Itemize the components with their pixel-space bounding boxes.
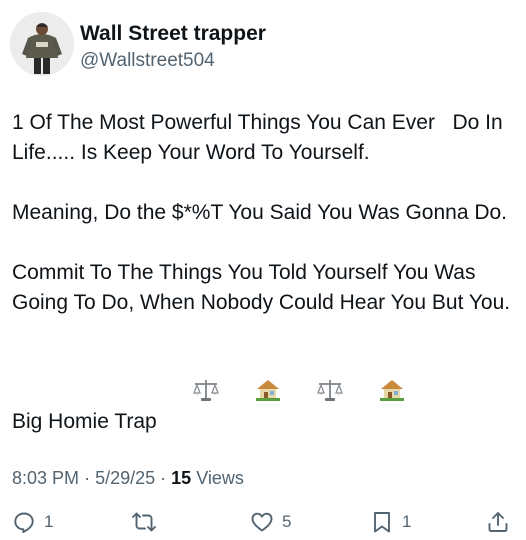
like-button[interactable]: 5 [250,506,291,538]
tweet-date[interactable]: 5/29/25 [95,468,155,488]
tweet-time[interactable]: 8:03 PM [12,468,79,488]
tweet-paragraph-last: Big Homie Trap [12,348,517,441]
house-with-garden-icon [220,348,281,441]
views-label: Views [196,468,244,488]
tweet-paragraph: 1 Of The Most Powerful Things You Can Ev… [12,111,509,164]
house-with-garden-icon [344,348,405,441]
balance-scale-icon [282,348,343,441]
avatar-image [10,12,74,76]
share-icon [488,512,508,532]
action-bar: 1 5 1 [0,506,526,538]
balance-scale-icon [158,348,219,441]
tweet-meta: 8:03 PM · 5/29/25 · 15 Views [12,468,244,489]
bookmark-button[interactable]: 1 [370,506,411,538]
reply-button[interactable]: 1 [12,506,53,538]
author-handle[interactable]: @Wallstreet504 [80,50,215,72]
tweet-text: 1 Of The Most Powerful Things You Can Ev… [12,108,517,441]
tweet-header: Wall Street trapper @Wallstreet504 [10,12,510,82]
like-count: 5 [282,512,292,531]
views-count: 15 [171,468,192,488]
heart-icon [251,512,273,532]
reply-icon [14,512,34,533]
reply-count: 1 [44,512,54,531]
retweet-button[interactable] [132,506,164,538]
tweet-paragraph: Meaning, Do the $*%T You Said You Was Go… [12,201,508,224]
meta-separator: · [84,468,91,488]
share-button[interactable] [486,506,510,538]
meta-separator: · [160,468,167,488]
bookmark-icon [374,512,390,533]
retweet-icon [132,512,156,532]
author-name[interactable]: Wall Street trapper [80,22,266,46]
tweet-paragraph: Commit To The Things You Told Yourself Y… [12,261,511,314]
bookmark-count: 1 [402,512,412,531]
tweet-paragraph-text: Big Homie Trap [12,410,157,433]
avatar[interactable] [10,12,74,76]
